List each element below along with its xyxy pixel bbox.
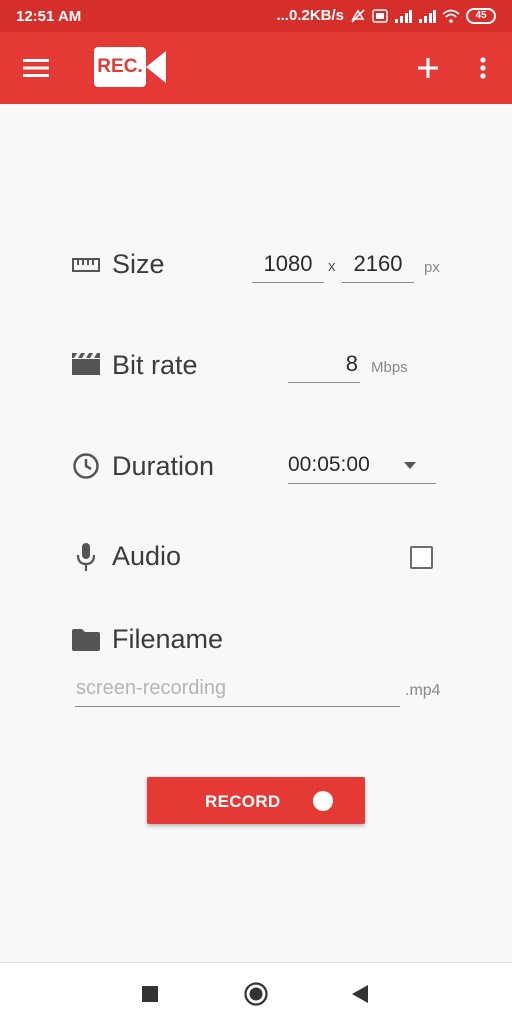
ruler-icon — [72, 258, 100, 272]
volte-icon — [372, 8, 388, 23]
status-time: 12:51 AM — [16, 8, 82, 25]
net-speed: ...0.2KB/s — [276, 7, 344, 24]
audio-label: Audio — [112, 541, 182, 571]
width-input[interactable]: 1080 — [252, 251, 324, 283]
filename-placeholder: screen-recording — [76, 677, 227, 699]
back-triangle-icon[interactable] — [352, 985, 368, 1003]
hamburger-icon — [23, 59, 49, 77]
clock-icon — [73, 453, 99, 479]
filename-label: Filename — [112, 624, 224, 654]
signal-icon-2 — [419, 9, 436, 23]
record-dot-icon — [313, 791, 333, 811]
audio-checkbox[interactable] — [410, 546, 433, 569]
size-label: Size — [112, 249, 165, 279]
plus-icon — [418, 58, 438, 78]
microphone-icon — [76, 543, 96, 571]
bitrate-label: Bit rate — [112, 350, 198, 380]
system-nav-bar — [0, 962, 512, 1025]
folder-icon — [72, 629, 100, 651]
overflow-menu-button[interactable] — [470, 52, 496, 84]
duration-dropdown[interactable]: 00:05:00 — [288, 451, 436, 484]
chevron-down-icon — [404, 462, 416, 469]
filename-input[interactable]: screen-recording — [75, 676, 400, 707]
record-button[interactable]: RECORD — [147, 777, 365, 824]
bitrate-input[interactable]: 8 — [288, 351, 360, 383]
app-logo: REC. — [94, 45, 168, 89]
home-circle-icon[interactable] — [244, 982, 268, 1006]
wifi-icon — [442, 9, 460, 23]
bitrate-unit: Mbps — [371, 359, 408, 376]
camera-icon — [146, 51, 166, 83]
logo-text: REC. — [94, 47, 146, 87]
duration-value: 00:05:00 — [288, 453, 370, 476]
size-separator: x — [328, 258, 336, 275]
record-label: RECORD — [205, 792, 281, 811]
status-icons: ...0.2KB/s 45 — [276, 7, 496, 24]
size-unit: px — [424, 259, 440, 276]
app-bar: REC. — [0, 32, 512, 104]
bitrate-value: 8 — [345, 351, 358, 376]
signal-icon-1 — [395, 9, 412, 23]
battery-icon: 45 — [466, 7, 496, 24]
more-vert-icon — [480, 57, 486, 79]
mute-icon — [351, 8, 365, 23]
add-button[interactable] — [412, 52, 444, 84]
duration-label: Duration — [112, 451, 215, 481]
status-bar: 12:51 AM ...0.2KB/s 45 — [0, 0, 512, 32]
filename-extension: .mp4 — [405, 682, 441, 699]
stop-square-icon[interactable] — [142, 986, 158, 1002]
clapperboard-icon — [72, 353, 100, 375]
menu-button[interactable] — [20, 53, 52, 83]
height-input[interactable]: 2160 — [342, 251, 414, 283]
